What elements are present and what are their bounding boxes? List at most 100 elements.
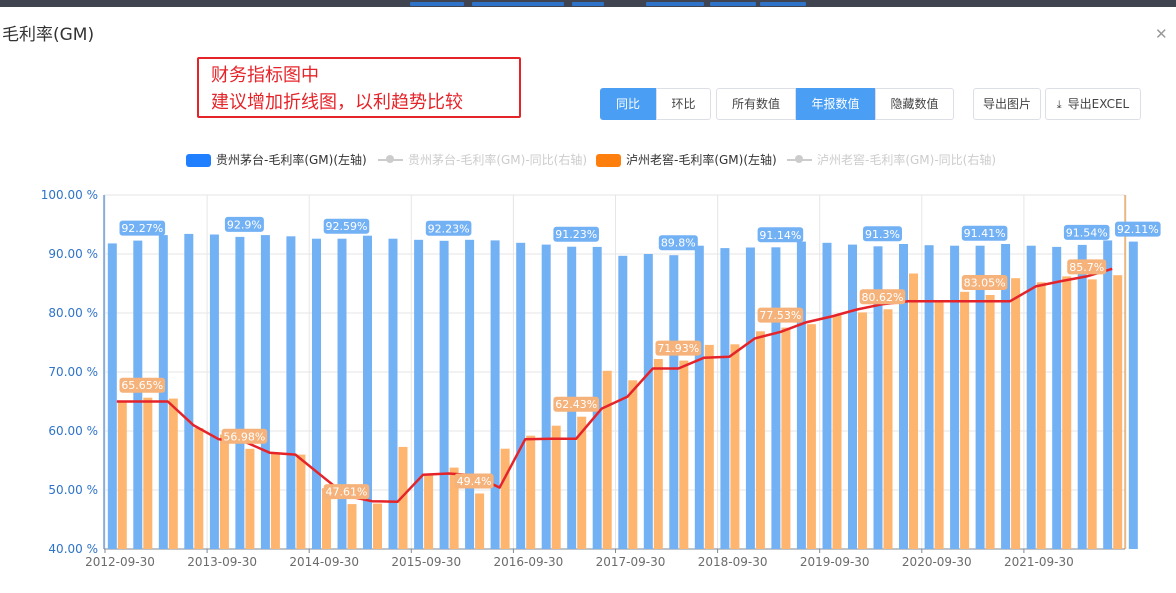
laojiao-bar: [270, 453, 280, 549]
qoq-button[interactable]: 环比: [656, 88, 711, 120]
maotai-data-label-text: 91.23%: [555, 228, 597, 241]
download-icon: ⤓: [1056, 98, 1062, 111]
maotai-bar: [286, 236, 296, 550]
maotai-data-label: 91.23%: [553, 226, 599, 242]
y-tick-label: 90.00 %: [48, 247, 98, 261]
laojiao-data-label: 49.4%: [454, 473, 494, 489]
yoy-button[interactable]: 同比: [600, 88, 656, 120]
maotai-bar: [414, 239, 424, 550]
laojiao-bar: [526, 435, 536, 549]
laojiao-bar: [781, 327, 791, 549]
x-tick-label: 2014-09-30: [289, 555, 359, 569]
laojiao-bar: [168, 398, 178, 549]
legend-bar-swatch: [596, 154, 621, 167]
maotai-bar: [516, 242, 526, 550]
laojiao-bar: [117, 401, 127, 549]
legend-line-icon: [378, 155, 403, 163]
laojiao-bar: [1036, 282, 1046, 549]
laojiao-bar: [883, 309, 893, 549]
laojiao-bar: [730, 344, 740, 549]
all-values-button[interactable]: 所有数值: [716, 88, 796, 120]
maotai-bar: [1128, 241, 1138, 549]
laojiao-data-label: 77.53%: [757, 307, 804, 323]
laojiao-data-label-text: 56.98%: [223, 430, 265, 443]
x-tick-label: 2019-09-30: [800, 555, 870, 569]
maotai-bar: [133, 240, 143, 549]
laojiao-data-label-text: 71.93%: [657, 342, 699, 355]
laojiao-data-label: 62.43%: [553, 396, 599, 412]
x-tick-label: 2016-09-30: [494, 555, 564, 569]
maotai-bar: [337, 238, 347, 549]
export-excel-button[interactable]: ⤓ 导出EXCEL: [1045, 88, 1141, 120]
legend-line-icon: [787, 155, 812, 163]
annotation-line-1: 财务指标图中: [211, 65, 319, 86]
annual-values-button[interactable]: 年报数值: [796, 88, 875, 120]
export-excel-label: 导出EXCEL: [1067, 97, 1130, 111]
x-tick-label: 2021-09-30: [1004, 555, 1074, 569]
maotai-data-label-text: 91.54%: [1066, 226, 1108, 239]
laojiao-bar: [934, 300, 944, 549]
laojiao-data-label: 47.61%: [323, 484, 370, 500]
laojiao-data-label-text: 62.43%: [555, 398, 597, 411]
maotai-bar: [975, 245, 985, 549]
annotation-box: 财务指标图中 建议增加折线图，以利趋势比较: [197, 57, 521, 118]
maotai-data-label-text: 91.3%: [865, 228, 900, 241]
maotai-bar: [618, 255, 628, 550]
laojiao-data-label: 83.05%: [961, 275, 1008, 290]
maotai-bar: [439, 240, 449, 550]
y-tick-label: 40.00 %: [48, 542, 98, 556]
legend-label: 贵州茅台-毛利率(GM)(左轴): [216, 153, 367, 167]
maotai-bar: [541, 244, 551, 549]
laojiao-bar: [500, 448, 510, 549]
laojiao-data-label: 65.65%: [119, 377, 166, 393]
laojiao-bar: [194, 428, 204, 549]
maotai-data-label-text: 91.14%: [759, 229, 801, 242]
laojiao-bar: [755, 331, 765, 549]
maotai-bar: [1077, 244, 1087, 549]
laojiao-bar: [551, 425, 561, 549]
hide-values-button[interactable]: 隐藏数值: [875, 88, 954, 120]
laojiao-bar: [373, 503, 382, 549]
maotai-bar: [745, 247, 755, 549]
chart-legend: 贵州茅台-毛利率(GM)(左轴) 贵州茅台-毛利率(GM)-同比(右轴) 泸州老…: [0, 152, 1176, 168]
maotai-bar: [771, 247, 781, 550]
maotai-data-label: 92.59%: [323, 218, 370, 234]
legend-label: 泸州老窖-毛利率(GM)(左轴): [626, 153, 777, 167]
laojiao-bar: [704, 344, 714, 549]
laojiao-bar: [347, 504, 357, 549]
laojiao-bar: [143, 397, 153, 549]
legend-label: 泸州老窖-毛利率(GM)-同比(右轴): [817, 153, 997, 167]
y-tick-label: 80.00 %: [48, 306, 98, 320]
maotai-bar: [184, 233, 194, 549]
laojiao-bar: [1062, 276, 1072, 549]
laojiao-bar: [909, 273, 918, 549]
y-tick-label: 60.00 %: [48, 424, 98, 438]
laojiao-data-label: 56.98%: [221, 428, 268, 444]
maotai-bar: [107, 243, 117, 549]
close-icon[interactable]: ✕: [1155, 27, 1168, 42]
maotai-data-label: 89.8%: [658, 235, 698, 251]
y-tick-label: 70.00 %: [48, 365, 98, 379]
top-toolbar-strip: [0, 0, 1176, 7]
export-image-button[interactable]: 导出图片: [973, 88, 1041, 120]
laojiao-bar: [1087, 279, 1097, 549]
x-tick-label: 2020-09-30: [902, 555, 972, 569]
maotai-data-label: 92.23%: [425, 220, 472, 236]
maotai-data-label-text: 89.8%: [661, 237, 696, 250]
laojiao-bar: [475, 493, 485, 549]
gm-bar-chart: 40.00 % 50.00 % 60.00 % 70.00 % 80.00 % 90.00…: [41, 188, 1161, 569]
maotai-data-label: 91.14%: [757, 227, 804, 243]
laojiao-bar: [806, 324, 816, 549]
maotai-data-label: 91.41%: [961, 225, 1008, 241]
laojiao-bar: [960, 291, 970, 549]
laojiao-bar: [602, 370, 612, 549]
laojiao-bar: [1011, 278, 1021, 549]
maotai-data-label-text: 92.11%: [1117, 223, 1159, 236]
laojiao-bar: [858, 312, 867, 549]
maotai-bar: [950, 245, 960, 549]
laojiao-bar: [628, 380, 638, 549]
laojiao-data-label-text: 49.4%: [457, 475, 492, 488]
laojiao-data-label-text: 77.53%: [759, 309, 801, 322]
maotai-data-label: 92.11%: [1115, 221, 1161, 237]
laojiao-data-label-text: 83.05%: [964, 277, 1006, 290]
